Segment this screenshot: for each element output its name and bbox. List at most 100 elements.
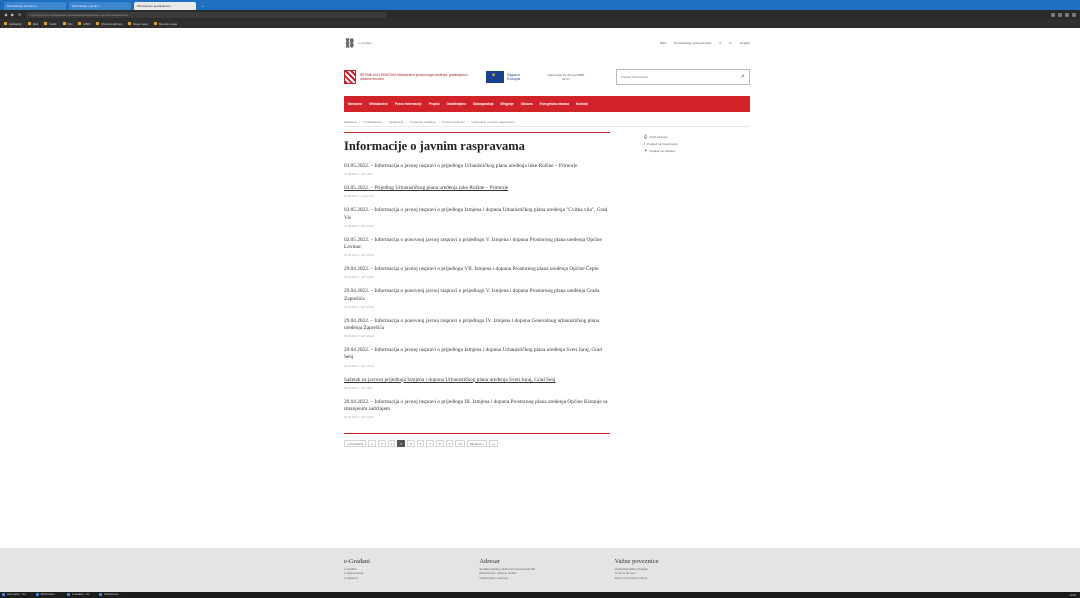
pagination-page[interactable]: 7 <box>426 440 435 448</box>
nav-item[interactable]: Naslovna <box>348 102 362 106</box>
list-item: 29.04.2022. – Informacija o javnoj raspr… <box>344 266 610 279</box>
breadcrumb-separator: | <box>406 119 408 124</box>
breadcrumb-item[interactable]: O Ministarstvu <box>363 120 382 124</box>
pagination-page[interactable]: 5 <box>407 440 415 448</box>
nav-item[interactable]: Mingorje <box>500 102 513 106</box>
taskbar-clock: 10:24 <box>1069 593 1077 597</box>
bookmark[interactable]: Moja mapa <box>128 22 148 26</box>
article-link[interactable]: 29.04.2022. – Informacija o javnoj raspr… <box>344 347 610 361</box>
pagination-page-current[interactable]: 4 <box>397 440 406 448</box>
extension-icon[interactable] <box>1051 12 1055 17</box>
breadcrumb-item[interactable]: Prostorni planovi <box>442 120 464 124</box>
article-link[interactable]: 02.05.2022. – Informacija o ponovnoj jav… <box>344 237 610 251</box>
article-link[interactable]: 03.05.2022. – Informacija o javnoj raspr… <box>344 163 610 170</box>
menu-icon[interactable] <box>1072 12 1076 17</box>
eu-flag-icon[interactable] <box>486 71 504 83</box>
bookmark[interactable]: Aplikacije <box>4 22 22 26</box>
bookmark[interactable]: MMS <box>78 22 90 26</box>
address-bar: ◀ ▶ ⟳ mgipu.gov.hr/o-ministarstvu/minist… <box>0 10 1080 19</box>
footer-link[interactable]: Ostala tijela i ustanove <box>479 576 614 580</box>
browser-tab[interactable]: Informacije o javnim... <box>69 2 131 10</box>
article-link[interactable]: 03.05.2022. – Informacija o javnoj raspr… <box>344 207 610 221</box>
ministry-name[interactable]: REPUBLIKA HRVATSKA Ministarstvo prostorn… <box>360 73 470 81</box>
breadcrumb-item[interactable]: Naslovna <box>344 120 357 124</box>
article-link[interactable]: 03.05.2022. – Prijedlog Urbanističkog pl… <box>344 185 610 192</box>
print-link[interactable]: ⎙ Ispiši stranicu <box>644 134 744 139</box>
pagination-prev[interactable]: « Prethodna <box>344 440 367 448</box>
bookmark[interactable]: Mreže knjižnica <box>96 22 122 26</box>
article-link[interactable]: 29.04.2022. – Informacija o ponovnoj jav… <box>344 318 610 332</box>
egradjani-label: e-Građani <box>358 41 372 45</box>
list-item: 03.05.2022. – Informacija o javnoj raspr… <box>344 207 610 227</box>
font-smaller-link[interactable]: A- <box>729 41 732 45</box>
breadcrumb-separator: | <box>359 119 361 124</box>
breadcrumb-item[interactable]: Prostorno uređenje <box>410 120 436 124</box>
article-link[interactable]: 29.04.2022. – Informacija o javnoj raspr… <box>344 266 610 273</box>
pagination-page[interactable]: 6 <box>416 440 425 448</box>
croatia-crest-icon[interactable] <box>344 70 356 84</box>
nav-item[interactable]: Ministarstvo <box>369 102 388 106</box>
list-item: 29.04.2022. – Informacija o ponovnoj jav… <box>344 318 610 338</box>
article-link[interactable]: 29.04.2022. – Informacija o ponovnoj jav… <box>344 288 610 302</box>
pagination: « Prethodna 1 2 3 4 5 6 7 8 9 10 Sljedeć… <box>344 433 610 448</box>
facebook-share-link[interactable]: f Podijeli na Facebooku <box>644 141 744 146</box>
browser-tab[interactable]: Ministarstvo prostorno... <box>4 2 66 10</box>
main-nav: Naslovna Ministarstvo Pravo informacije … <box>344 96 750 112</box>
extension-icon[interactable] <box>1065 12 1069 17</box>
search-icon[interactable]: ⌕ <box>737 70 749 84</box>
bookmark[interactable]: Mail <box>28 22 39 26</box>
nav-item[interactable]: Pravo informacije <box>395 102 422 106</box>
accessibility-link[interactable]: Pretraživanje pristupačnosti <box>674 41 711 45</box>
article-meta: 03.05.2022. | pdf 1 Mb <box>344 172 372 177</box>
twitter-share-link[interactable]: ✦ Podijeli na Twitteru <box>644 148 744 153</box>
forward-icon[interactable]: ▶ <box>11 12 14 17</box>
reload-icon[interactable]: ⟳ <box>18 12 21 17</box>
pagination-page[interactable]: 1 <box>368 440 377 448</box>
share-sidebar: ⎙ Ispiši stranicu f Podijeli na Facebooku … <box>644 132 744 153</box>
pagination-page[interactable]: 3 <box>387 440 396 448</box>
footer-columns: e-Građani e-Građani e-Savjetovanja e-Ogl… <box>344 558 750 580</box>
font-larger-link[interactable]: A <box>719 41 721 45</box>
pagination-page[interactable]: 9 <box>445 440 454 448</box>
list-item: 29.04.2022. – Informacija o ponovnoj jav… <box>344 288 610 308</box>
bookmark[interactable]: Vodič <box>44 22 56 26</box>
footer-column: Važne poveznice Vlada Republike Hrvatske… <box>615 558 750 580</box>
nav-item[interactable]: Graditeljstvo <box>447 102 467 106</box>
search-input[interactable] <box>617 72 737 82</box>
page-title: Informacije o javnim raspravama <box>344 139 525 153</box>
url-field[interactable]: mgipu.gov.hr/o-ministarstvu/ministarstvo… <box>25 11 386 18</box>
taskbar-item[interactable]: Ministarstvo - ... <box>36 593 59 597</box>
pagination-page[interactable]: 10 <box>455 440 465 448</box>
new-tab-button[interactable]: + <box>199 2 207 10</box>
nav-item[interactable]: Propisi <box>429 102 440 106</box>
egradjani-logo-icon: ⛓ <box>344 37 356 48</box>
nav-item[interactable]: Obnova <box>521 102 533 106</box>
bookmark[interactable]: Moodle mapa <box>154 22 177 26</box>
footer-link[interactable]: Zavod za prostorni razvoj <box>615 576 750 580</box>
pagination-page[interactable]: 8 <box>436 440 444 448</box>
footer-link[interactable]: e-Oglasna <box>344 576 479 580</box>
bookmark[interactable]: Kiki <box>63 22 73 26</box>
site-footer: e-Građani e-Građani e-Savjetovanja e-Ogl… <box>0 548 1080 592</box>
back-icon[interactable]: ◀ <box>4 12 7 17</box>
print-icon: ⎙ <box>644 134 648 139</box>
nav-item[interactable]: Kontakt <box>576 102 588 106</box>
taskbar-item[interactable]: Ministarstvo - ... <box>99 593 122 597</box>
article-link[interactable]: Sažetak za javnost prijedloga Izmjena i … <box>344 377 610 384</box>
nav-item[interactable]: Stanogradnja <box>473 102 493 106</box>
nav-item[interactable]: Energetska obnova <box>540 102 569 106</box>
extension-icon[interactable] <box>1058 12 1062 17</box>
taskbar-item[interactable]: e-Građani - Go... <box>67 593 91 597</box>
footer-column: e-Građani e-Građani e-Savjetovanja e-Ogl… <box>344 558 479 580</box>
english-link[interactable]: English <box>740 41 750 45</box>
article-link[interactable]: 29.04.2022. – Informacija o javnoj raspr… <box>344 399 610 413</box>
pagination-next[interactable]: Sljedeća » <box>466 440 487 448</box>
rss-link[interactable]: RSS <box>660 41 666 45</box>
taskbar-item[interactable]: Informacije - Go... <box>2 593 28 597</box>
pagination-last[interactable]: »» <box>488 440 499 448</box>
breadcrumb-separator: | <box>467 119 469 124</box>
browser-tab-active[interactable]: Ministarstvo graditeljstva... <box>134 2 196 10</box>
egradjani-link[interactable]: ⛓ e-Građani <box>344 37 372 48</box>
pagination-page[interactable]: 2 <box>378 440 386 448</box>
breadcrumb-item[interactable]: Djelatnosti <box>389 120 403 124</box>
